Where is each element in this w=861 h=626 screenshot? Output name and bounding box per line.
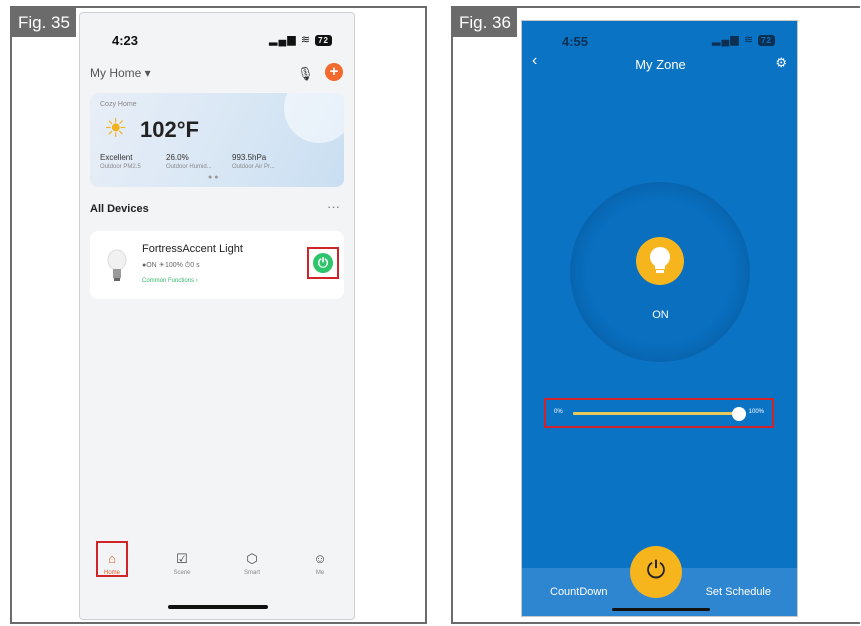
scene-icon: ☑ <box>176 551 188 566</box>
temperature: 102°F <box>140 117 199 142</box>
highlight-box: ⏻ <box>307 247 339 279</box>
tab-label: Scene <box>173 570 191 576</box>
stat-value: 993.5hPa <box>232 153 267 162</box>
weather-stat: 993.5hPa Outdoor Air Pr... <box>232 153 275 170</box>
more-options-icon[interactable]: ··· <box>327 199 340 214</box>
device-card[interactable]: FortressAccent Light ●ON ☀100% ⏱0 s Comm… <box>90 231 344 299</box>
home-indicator <box>168 605 268 609</box>
smart-icon: ⬡ <box>246 551 258 566</box>
section-title: All Devices <box>90 203 149 215</box>
slider-min-label: 0% <box>554 409 563 415</box>
lamp-toggle-button[interactable] <box>636 237 684 285</box>
countdown-button[interactable]: CountDown <box>550 586 607 598</box>
light-bulb-icon <box>650 247 670 273</box>
highlight-box <box>96 541 128 577</box>
stat-label: Outdoor PM2.5 <box>100 164 141 170</box>
phone-screen-zone: 4:55 ▂▄▆ ≋ 72 ‹ My Zone ⚙ ON 0% 100% Cou… <box>521 20 798 617</box>
light-bulb-icon <box>107 249 127 281</box>
bottom-tab-bar: ⌂ Home ☑ Scene ⬡ Smart ☺ Me <box>80 541 354 591</box>
decor-bubble <box>284 93 344 143</box>
wifi-icon: ≋ <box>743 34 755 46</box>
profile-icon: ☺ <box>313 551 327 566</box>
weather-stat: Excellent Outdoor PM2.5 <box>100 153 141 170</box>
stat-label: Outdoor Air Pr... <box>232 164 275 170</box>
stat-label: Outdoor Humid... <box>166 164 212 170</box>
slider-max-label: 100% <box>748 409 764 415</box>
tab-label: Smart <box>243 570 260 576</box>
tab-me[interactable]: ☺ Me <box>300 551 340 576</box>
light-state: ON <box>652 309 669 321</box>
microphone-icon[interactable]: 🎙 <box>297 66 314 82</box>
set-schedule-button[interactable]: Set Schedule <box>706 586 771 598</box>
slider-handle[interactable] <box>732 407 746 421</box>
slider-fill <box>573 412 739 415</box>
phone-screen-home: 4:23 ▂▄▆ ≋ 72 My Home ▾ 🎙 + Cozy Home ☀ … <box>79 12 355 620</box>
power-toggle-button[interactable]: ⏻ <box>313 253 333 273</box>
common-functions-link[interactable]: Common Functions › <box>142 278 198 284</box>
tab-label: Me <box>315 570 325 576</box>
tab-scene[interactable]: ☑ Scene <box>162 551 202 576</box>
power-button[interactable]: ⏻ <box>630 546 682 598</box>
status-icons: ▂▄▆ ≋ 72 <box>712 33 775 46</box>
status-icons: ▂▄▆ ≋ 72 <box>269 33 332 46</box>
brightness-slider-highlight: 0% 100% <box>544 398 774 428</box>
figure-label: Fig. 36 <box>453 8 517 37</box>
weather-place: Cozy Home <box>100 101 137 108</box>
figure-label: Fig. 35 <box>12 8 76 37</box>
status-time: 4:23 <box>112 33 139 48</box>
device-status: ●ON ☀100% ⏱0 s <box>142 262 200 269</box>
signal-icon: ▂▄▆ <box>712 34 740 46</box>
tab-smart[interactable]: ⬡ Smart <box>232 551 272 576</box>
wifi-icon: ≋ <box>300 34 312 46</box>
add-device-button[interactable]: + <box>325 63 343 81</box>
home-indicator <box>612 608 710 611</box>
page-title: My Zone <box>635 57 686 72</box>
battery-icon: 72 <box>315 35 332 46</box>
brightness-slider-track[interactable] <box>573 407 746 421</box>
home-selector[interactable]: My Home ▾ <box>90 66 151 80</box>
battery-icon: 72 <box>758 35 775 46</box>
status-time: 4:55 <box>562 34 589 49</box>
stat-value: Excellent <box>100 153 133 162</box>
sun-icon: ☀ <box>104 113 128 143</box>
page-dots: ●● <box>208 174 221 181</box>
stat-value: 26.0% <box>166 153 189 162</box>
weather-stat: 26.0% Outdoor Humid... <box>166 153 212 170</box>
gear-icon[interactable]: ⚙ <box>775 55 787 71</box>
weather-card[interactable]: Cozy Home ☀ 102°F Excellent Outdoor PM2.… <box>90 93 344 187</box>
signal-icon: ▂▄▆ <box>269 34 297 46</box>
device-name: FortressAccent Light <box>142 243 243 255</box>
